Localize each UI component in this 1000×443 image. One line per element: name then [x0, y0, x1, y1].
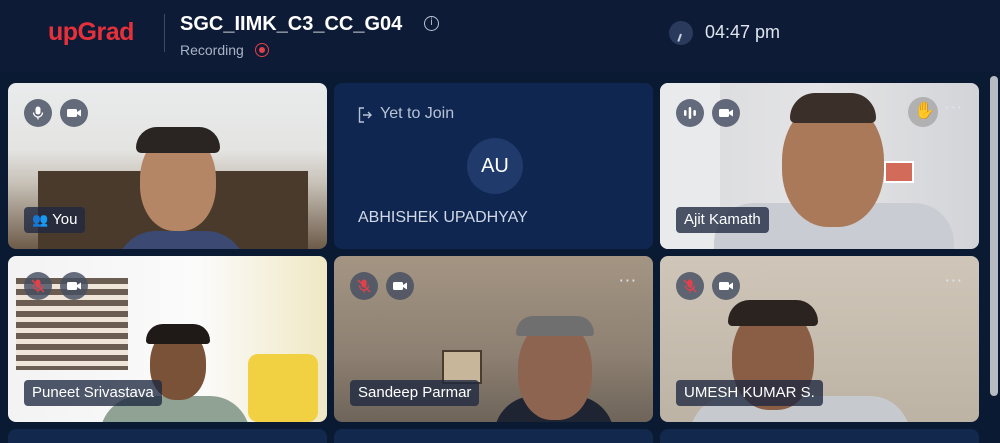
participant-tile-partial[interactable] — [8, 429, 327, 443]
meeting-title: SGC_IIMK_C3_CC_G04 — [180, 13, 403, 35]
mic-off-icon — [683, 279, 697, 293]
mic-off-icon — [357, 279, 371, 293]
participant-name: Ajit Kamath — [676, 207, 769, 233]
camera-button[interactable] — [60, 99, 88, 127]
participant-name: UMESH KUMAR S. — [676, 380, 823, 406]
participant-tile-partial[interactable] — [660, 429, 979, 443]
participant-hair — [790, 93, 876, 123]
wall-photo — [884, 161, 914, 183]
participant-name: Puneet Srivastava — [24, 380, 162, 406]
audio-level-button[interactable] — [676, 99, 704, 127]
participant-tile-ajit[interactable]: ✋ ··· Ajit Kamath — [660, 83, 979, 249]
raise-hand-button[interactable]: ✋ — [908, 97, 938, 127]
camera-button[interactable] — [712, 272, 740, 300]
video-camera-icon — [67, 109, 81, 117]
camera-button[interactable] — [712, 99, 740, 127]
participant-tile-sandeep[interactable]: ··· Sandeep Parmar — [334, 256, 653, 422]
exit-door-icon — [358, 107, 372, 123]
more-options-icon[interactable]: ··· — [945, 100, 963, 116]
wall-frame — [442, 350, 482, 384]
header-divider — [164, 14, 165, 52]
info-icon[interactable]: i — [424, 16, 439, 31]
mic-off-icon — [31, 279, 45, 293]
more-options-icon[interactable]: ··· — [619, 273, 637, 289]
scrollbar[interactable] — [990, 76, 998, 396]
mic-muted-button[interactable] — [676, 272, 704, 300]
recording-icon — [255, 43, 269, 57]
participant-hair — [516, 316, 594, 336]
participant-tile-partial[interactable] — [334, 429, 653, 443]
camera-button[interactable] — [386, 272, 414, 300]
upgrad-logo: upGrad — [48, 18, 134, 46]
participant-tile-waiting[interactable]: Yet to Join AU ABHISHEK UPADHYAY — [334, 83, 653, 249]
participant-hair — [146, 324, 210, 344]
participant-name: Sandeep Parmar — [350, 380, 480, 406]
participant-tile-umesh[interactable]: ··· UMESH KUMAR S. — [660, 256, 979, 422]
waiting-status: Yet to Join — [380, 105, 455, 122]
person-icon: 👥 — [32, 213, 49, 228]
participant-hair — [136, 127, 220, 153]
audio-wave-icon — [684, 107, 696, 119]
video-camera-icon — [719, 109, 733, 117]
video-camera-icon — [67, 282, 81, 290]
participant-name: ABHISHEK UPADHYAY — [358, 209, 528, 226]
yellow-chair — [248, 354, 318, 422]
recording-label: Recording — [180, 42, 244, 58]
top-bar: upGrad SGC_IIMK_C3_CC_G04 i Recording 04… — [0, 0, 1000, 72]
participant-name: 👥 You — [24, 207, 86, 233]
mic-icon — [32, 106, 44, 120]
meeting-time: 04:47 pm — [705, 22, 781, 42]
avatar: AU — [467, 138, 523, 194]
clock-icon — [669, 21, 693, 45]
mic-muted-button[interactable] — [350, 272, 378, 300]
camera-button[interactable] — [60, 272, 88, 300]
mic-muted-button[interactable] — [24, 272, 52, 300]
participant-hair — [728, 300, 818, 326]
video-camera-icon — [719, 282, 733, 290]
raised-hand-icon: ✋ — [914, 101, 936, 121]
video-camera-icon — [393, 282, 407, 290]
participant-tile-puneet[interactable]: Puneet Srivastava — [8, 256, 327, 422]
mic-button[interactable] — [24, 99, 52, 127]
participant-tile-you[interactable]: 👥 You — [8, 83, 327, 249]
more-options-icon[interactable]: ··· — [945, 273, 963, 289]
